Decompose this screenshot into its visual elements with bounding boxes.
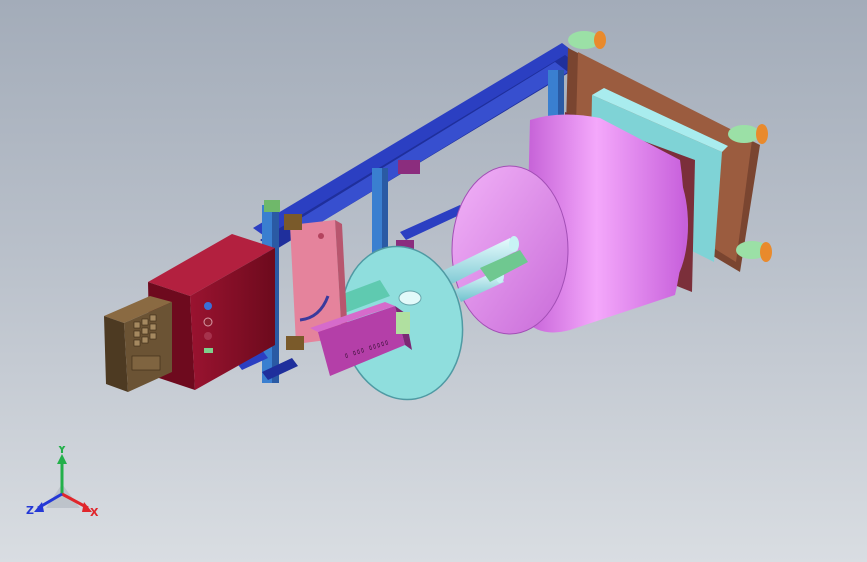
indicator-light-top [204,302,212,310]
orientation-triad[interactable]: Y X Z [22,446,112,526]
indicator-light-bottom [204,332,212,340]
assembly-model[interactable]: ▯ ▯▯▯ ▯▯▯▯▯ [0,0,867,562]
power-switch[interactable] [204,348,213,353]
mount-foot-right-upper[interactable] [728,124,768,144]
indicator-light-middle [203,317,213,327]
z-axis-arrowhead [34,502,44,512]
keypad-display [131,355,161,371]
drum-cylinder[interactable] [451,114,688,335]
motor-end-cap[interactable] [396,312,410,334]
x-axis-label: X [90,506,99,519]
disc-hub[interactable] [398,290,422,306]
bracket-clamp-bottom[interactable] [286,336,304,350]
cad-viewport[interactable]: ▯ ▯▯▯ ▯▯▯▯▯ Y X Z [0,0,867,562]
z-axis-label: Z [26,504,34,517]
y-axis-label: Y [57,446,67,456]
mount-foot-top[interactable] [568,31,606,49]
sensor-block-top[interactable] [398,160,420,174]
bracket-clamp-top[interactable] [284,214,302,230]
bracket-pin[interactable] [318,233,324,239]
